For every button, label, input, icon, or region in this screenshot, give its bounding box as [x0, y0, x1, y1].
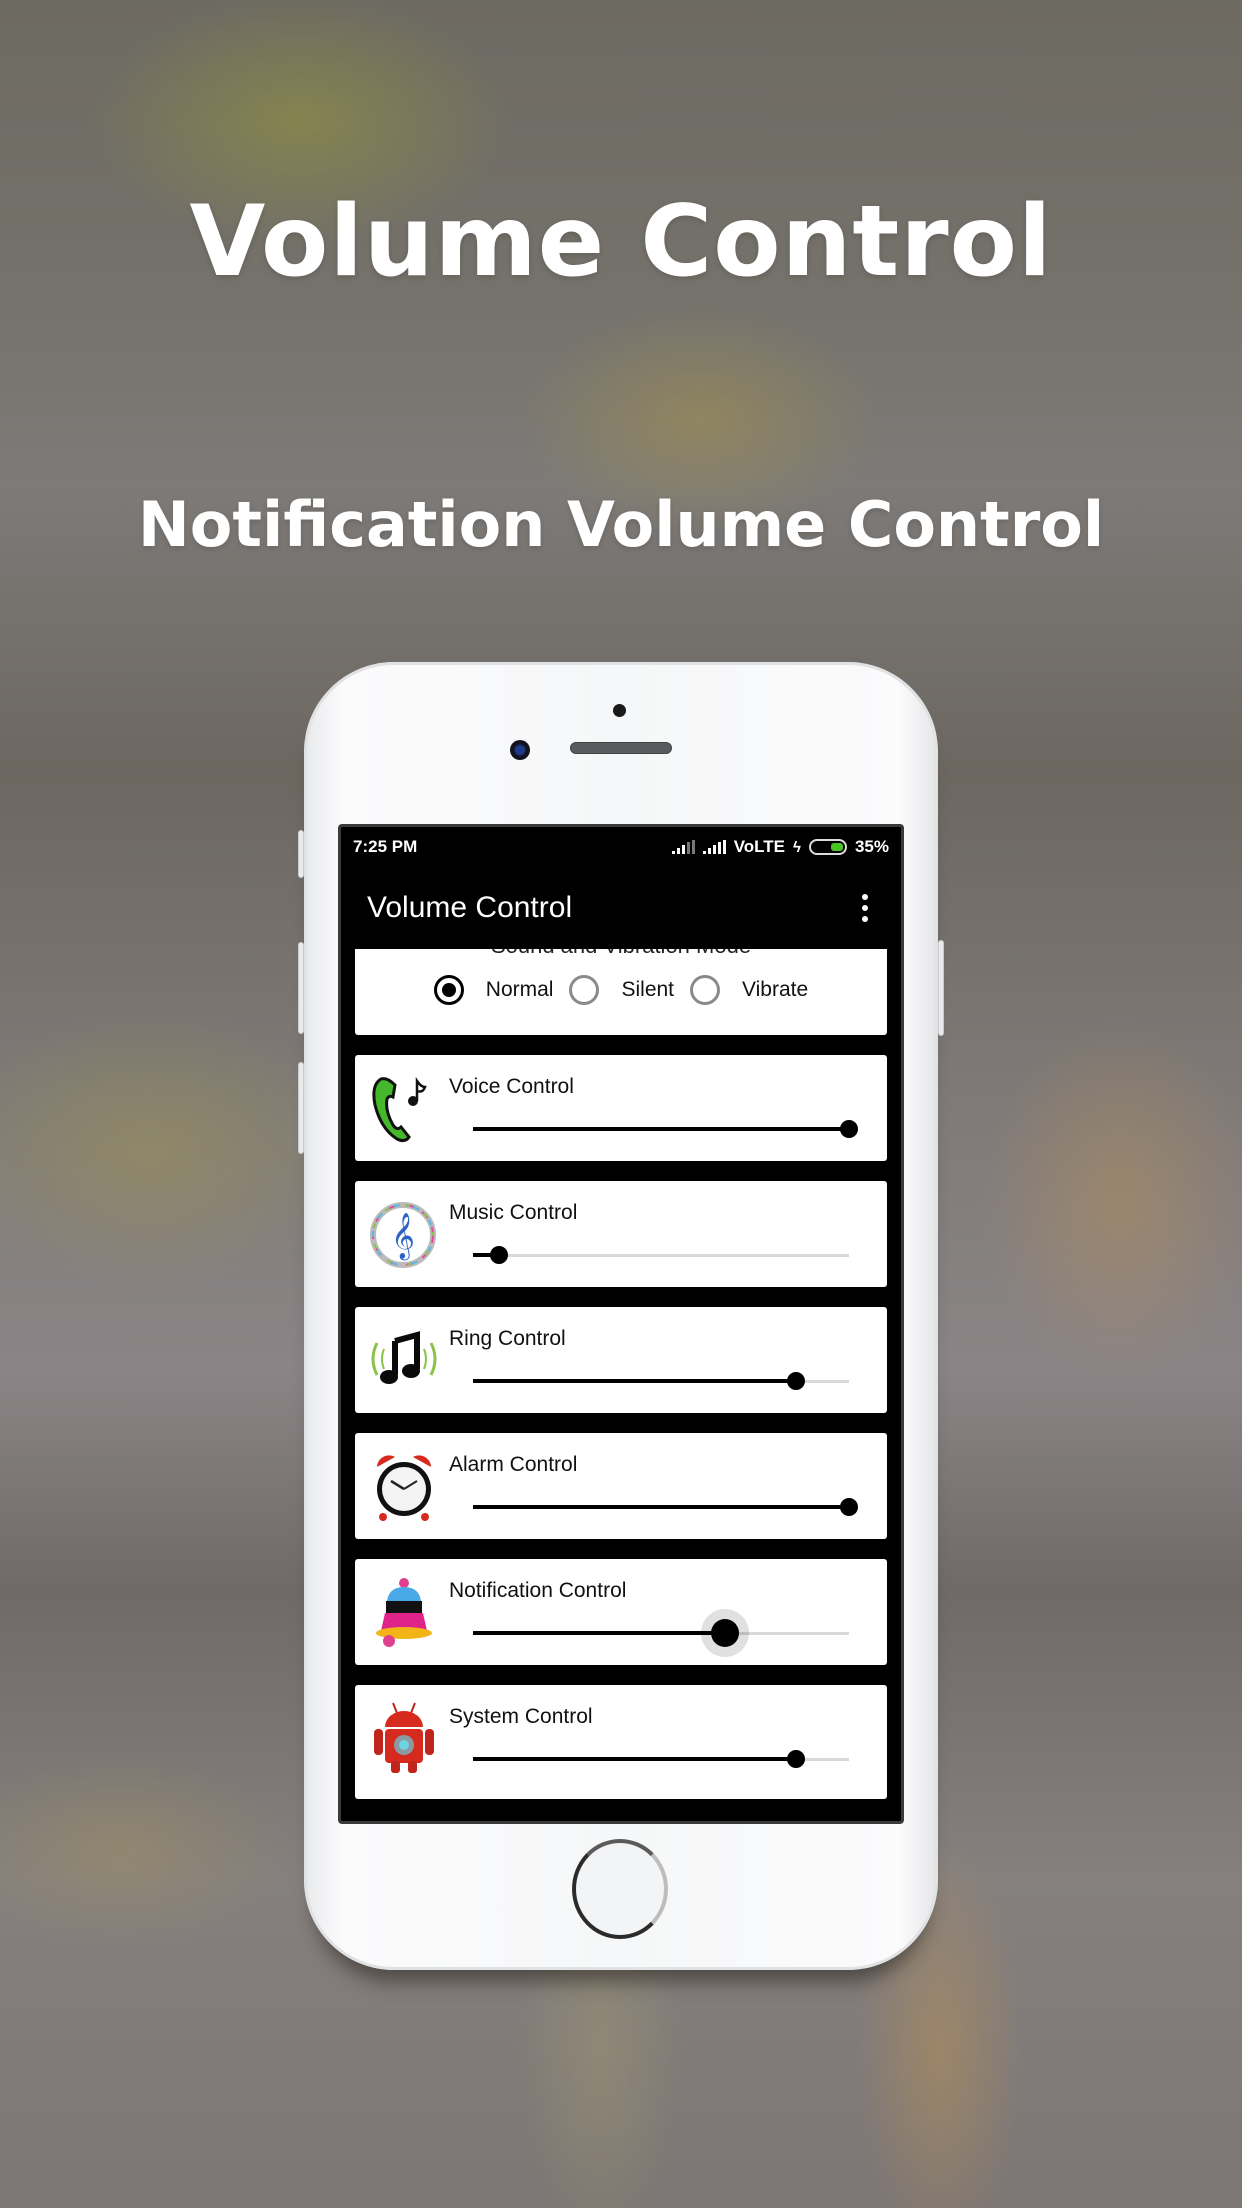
control-label: Voice Control [449, 1075, 574, 1098]
music-volume-slider[interactable] [473, 1245, 849, 1265]
volume-down-button [298, 1062, 304, 1154]
radio-label: Vibrate [742, 978, 809, 1001]
radio-circle[interactable] [690, 975, 721, 1005]
radio-circle[interactable] [433, 975, 464, 1005]
radio-label: Silent [621, 978, 675, 1001]
status-bar: 7:25 PM VoLTE ϟ 35% [341, 827, 901, 867]
radio-label: Normal [485, 978, 554, 1001]
alarm-volume-slider[interactable] [473, 1497, 858, 1517]
voice-control-card: Voice Control [355, 1055, 887, 1161]
control-label: Alarm Control [449, 1453, 578, 1476]
bell-icon [367, 1573, 441, 1651]
volume-up-button [298, 942, 304, 1034]
power-button [938, 940, 944, 1036]
slider-thumb[interactable] [787, 1372, 806, 1390]
battery-percent: 35% [854, 837, 889, 856]
phone-music-icon [367, 1069, 441, 1147]
earpiece-speaker [570, 742, 672, 754]
alarm-clock-icon [367, 1447, 441, 1525]
status-time: 7:25 PM [353, 837, 418, 856]
control-label: Music Control [449, 1201, 578, 1224]
system-control-card: System Control [355, 1685, 887, 1799]
slider-thumb[interactable] [787, 1750, 806, 1768]
slider-thumb[interactable] [840, 1498, 858, 1516]
sound-mode-radio-group: Normal Silent Vibrate [355, 975, 887, 1005]
notification-volume-slider[interactable] [473, 1609, 849, 1657]
system-volume-slider[interactable] [473, 1749, 849, 1769]
radio-normal[interactable]: Normal [433, 975, 554, 1005]
home-button[interactable] [572, 1839, 668, 1939]
signal-sim1-icon [671, 840, 695, 854]
ringing-note-icon [367, 1321, 441, 1399]
radio-circle[interactable] [569, 975, 600, 1005]
charging-icon: ϟ [793, 838, 801, 856]
front-camera [510, 740, 530, 760]
radio-silent[interactable]: Silent [569, 975, 674, 1005]
proximity-sensor [613, 704, 626, 717]
signal-sim2-icon [702, 840, 726, 854]
more-vert-icon[interactable] [855, 894, 875, 922]
slider-thumb[interactable] [490, 1246, 509, 1264]
music-control-card: 𝄞 Music Control [355, 1181, 887, 1287]
silent-switch [298, 830, 304, 878]
radio-vibrate[interactable]: Vibrate [690, 975, 808, 1005]
alarm-control-card: Alarm Control [355, 1433, 887, 1539]
android-settings-icon [367, 1699, 441, 1777]
phone-mockup: 7:25 PM VoLTE ϟ 35% Volume Control Sound… [298, 662, 944, 1970]
voice-volume-slider[interactable] [473, 1119, 858, 1139]
sound-mode-header: Sound and Vibration Mode [355, 949, 887, 959]
notification-control-card: Notification Control [355, 1559, 887, 1665]
control-label: System Control [449, 1705, 593, 1728]
hero-subtitle: Notification Volume Control [137, 488, 1105, 561]
app-bar: Volume Control [341, 867, 901, 949]
network-type: VoLTE [733, 837, 786, 856]
treble-clef-icon: 𝄞 [367, 1195, 441, 1273]
slider-thumb[interactable] [710, 1619, 739, 1647]
ring-control-card: Ring Control [355, 1307, 887, 1413]
sound-mode-card: Sound and Vibration Mode Normal Silent V… [355, 949, 887, 1035]
content-list[interactable]: Sound and Vibration Mode Normal Silent V… [341, 949, 901, 1821]
svg-text:𝄞: 𝄞 [391, 1213, 415, 1261]
control-label: Ring Control [449, 1327, 566, 1350]
control-label: Notification Control [449, 1579, 627, 1602]
slider-thumb[interactable] [840, 1120, 858, 1138]
ring-volume-slider[interactable] [473, 1371, 849, 1391]
battery-icon [808, 839, 847, 855]
phone-screen: 7:25 PM VoLTE ϟ 35% Volume Control Sound… [338, 824, 904, 1824]
app-title: Volume Control [367, 891, 573, 924]
hero-title: Volume Control [189, 185, 1053, 299]
